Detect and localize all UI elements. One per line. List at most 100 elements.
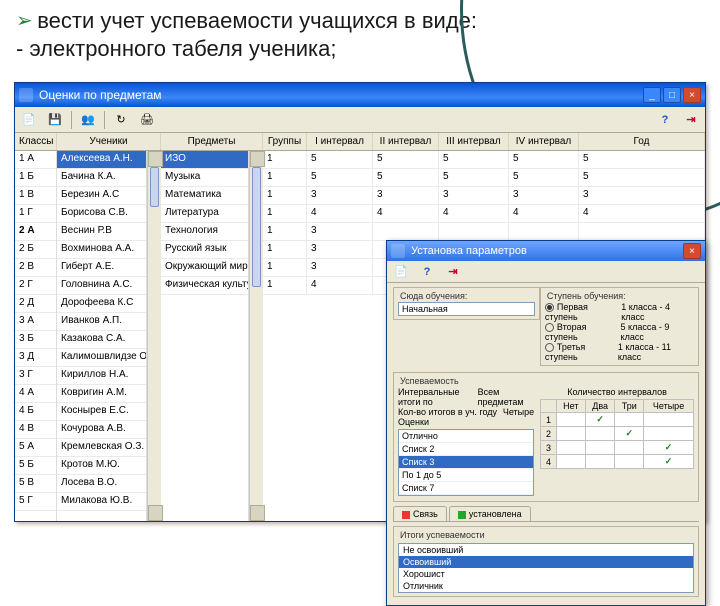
grade-system-row[interactable]: По 1 до 5 xyxy=(399,469,533,482)
student-row[interactable]: Кротов М.Ю. xyxy=(57,457,146,475)
dialog-exit-icon[interactable]: ⇥ xyxy=(443,262,463,282)
hdr-int4[interactable]: IV интервал xyxy=(509,133,579,150)
class-row[interactable]: 5 Б xyxy=(15,457,56,475)
class-row[interactable]: 5 А xyxy=(15,439,56,457)
intervals-table[interactable]: НетДваТриЧетыре1✓2✓3✓4✓ xyxy=(540,399,694,469)
student-row[interactable]: Иванков А.П. xyxy=(57,313,146,331)
student-row[interactable]: Бачина К.А. xyxy=(57,169,146,187)
minimize-button[interactable]: _ xyxy=(643,87,661,103)
subject-row[interactable]: ИЗО xyxy=(161,151,248,169)
hdr-subjects[interactable]: Предметы xyxy=(161,133,263,150)
window-titlebar[interactable]: Оценки по предметам _ □ × xyxy=(15,83,705,107)
class-row[interactable]: 2 Б xyxy=(15,241,56,259)
student-row[interactable]: Березин А.С xyxy=(57,187,146,205)
grade-row[interactable]: 144444 xyxy=(263,205,705,223)
class-row[interactable]: 1 Г xyxy=(15,205,56,223)
close-button[interactable]: × xyxy=(683,87,701,103)
tab-set[interactable]: установлена xyxy=(449,506,531,521)
grade-system-row[interactable]: Отлично xyxy=(399,430,533,443)
class-row[interactable]: 5 Г xyxy=(15,493,56,511)
hdr-year[interactable]: Год xyxy=(579,133,705,150)
grade-system-list[interactable]: ОтличноСписк 2Списк 3По 1 до 5Списк 7 xyxy=(398,429,534,496)
student-row[interactable]: Головнина А.С. xyxy=(57,277,146,295)
status-row[interactable]: Не освоивший xyxy=(399,544,693,556)
student-row[interactable]: Веснин Р.В xyxy=(57,223,146,241)
grade-system-row[interactable]: Списк 2 xyxy=(399,443,533,456)
student-row[interactable]: Кириллов Н.А. xyxy=(57,367,146,385)
class-row[interactable]: 3 Б xyxy=(15,331,56,349)
doc-icon[interactable]: 📄 xyxy=(19,110,39,130)
class-row[interactable]: 3 А xyxy=(15,313,56,331)
student-row[interactable]: Лосева В.О. xyxy=(57,475,146,493)
hdr-classes[interactable]: Классы xyxy=(15,133,57,150)
refresh-icon[interactable]: ↻ xyxy=(111,110,131,130)
subject-row[interactable]: Физическая культура xyxy=(161,277,248,295)
student-row[interactable]: Кремлевская О.З. xyxy=(57,439,146,457)
student-row[interactable]: Вохминова А.А. xyxy=(57,241,146,259)
student-row[interactable]: Кочурова А.В. xyxy=(57,421,146,439)
student-row[interactable]: Казакова С.А. xyxy=(57,331,146,349)
hdr-students[interactable]: Ученики xyxy=(57,133,161,150)
students-list[interactable]: Алексеева А.Н.Бачина К.А.Березин А.СБори… xyxy=(57,151,147,521)
subjects-scrollbar[interactable] xyxy=(249,151,263,521)
class-row[interactable]: 4 А xyxy=(15,385,56,403)
print-icon[interactable]: 🖨 xyxy=(137,110,157,130)
subject-row[interactable]: Окружающий мир xyxy=(161,259,248,277)
subject-row[interactable]: Технология xyxy=(161,223,248,241)
subjects-list[interactable]: ИЗОМузыкаМатематикаЛитератураТехнологияР… xyxy=(161,151,249,521)
status-row[interactable]: Хорошист xyxy=(399,568,693,580)
dialog-help-icon[interactable]: ? xyxy=(417,262,437,282)
grade-row[interactable]: 155555 xyxy=(263,151,705,169)
student-row[interactable]: Борисова С.В. xyxy=(57,205,146,223)
class-row[interactable]: 4 Б xyxy=(15,403,56,421)
school-input[interactable]: Начальная xyxy=(398,302,535,316)
class-row[interactable]: 3 Г xyxy=(15,367,56,385)
grade-row[interactable]: 13 xyxy=(263,223,705,241)
student-row[interactable]: Алексеева А.Н. xyxy=(57,151,146,169)
hdr-int1[interactable]: I интервал xyxy=(307,133,373,150)
status-row[interactable]: Отличник xyxy=(399,580,693,592)
dialog-doc-icon[interactable]: 📄 xyxy=(391,262,411,282)
hdr-int2[interactable]: II интервал xyxy=(373,133,439,150)
student-row[interactable]: Гиберт А.Е. xyxy=(57,259,146,277)
students-scrollbar[interactable] xyxy=(147,151,161,521)
subject-row[interactable]: Русский язык xyxy=(161,241,248,259)
hdr-int3[interactable]: III интервал xyxy=(439,133,509,150)
class-row[interactable]: 1 В xyxy=(15,187,56,205)
class-row[interactable]: 2 Г xyxy=(15,277,56,295)
step-option[interactable]: Вторая ступень5 класса - 9 класс xyxy=(545,322,694,342)
class-row[interactable]: 2 В xyxy=(15,259,56,277)
grade-row[interactable]: 155555 xyxy=(263,169,705,187)
step-option[interactable]: Первая ступень1 класса - 4 класс xyxy=(545,302,694,322)
class-row[interactable]: 3 Д xyxy=(15,349,56,367)
grade-system-row[interactable]: Списк 7 xyxy=(399,482,533,495)
tab-link[interactable]: Связь xyxy=(393,506,447,521)
class-row[interactable]: 2 Д xyxy=(15,295,56,313)
subject-row[interactable]: Математика xyxy=(161,187,248,205)
subject-row[interactable]: Музыка xyxy=(161,169,248,187)
dialog-titlebar[interactable]: Установка параметров × xyxy=(387,241,705,261)
student-row[interactable]: Милакова Ю.В. xyxy=(57,493,146,511)
step-option[interactable]: Третья ступень1 класса - 11 класс xyxy=(545,342,694,362)
people-icon[interactable]: 👥 xyxy=(78,110,98,130)
subject-row[interactable]: Литература xyxy=(161,205,248,223)
class-row[interactable]: 5 В xyxy=(15,475,56,493)
class-row[interactable]: 4 В xyxy=(15,421,56,439)
classes-list[interactable]: 1 А1 Б1 В1 Г2 А2 Б2 В2 Г2 Д3 А3 Б3 Д3 Г4… xyxy=(15,151,57,521)
student-row[interactable]: Коснырев Е.С. xyxy=(57,403,146,421)
maximize-button[interactable]: □ xyxy=(663,87,681,103)
student-row[interactable]: Калимошвлидзе О.К. xyxy=(57,349,146,367)
class-row[interactable]: 1 А xyxy=(15,151,56,169)
grade-system-row[interactable]: Списк 3 xyxy=(399,456,533,469)
grade-row[interactable]: 133333 xyxy=(263,187,705,205)
class-row[interactable]: 1 Б xyxy=(15,169,56,187)
class-row[interactable]: 2 А xyxy=(15,223,56,241)
dialog-close-button[interactable]: × xyxy=(683,243,701,259)
status-row[interactable]: Освоивший xyxy=(399,556,693,568)
exit-icon[interactable]: ⇥ xyxy=(681,110,701,130)
save-icon[interactable]: 💾 xyxy=(45,110,65,130)
hdr-groups[interactable]: Группы xyxy=(263,133,307,150)
help-icon[interactable]: ? xyxy=(655,110,675,130)
status-list[interactable]: Не освоившийОсвоившийХорошистОтличник xyxy=(398,543,694,593)
student-row[interactable]: Дорофеева К.С xyxy=(57,295,146,313)
